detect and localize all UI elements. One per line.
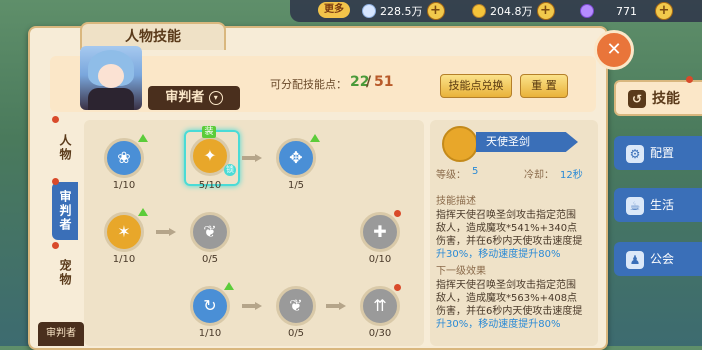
tree-arrow: [242, 302, 262, 310]
skill-level: 1/10: [198, 328, 222, 339]
upgrade-arrow-icon: [310, 134, 320, 142]
notify-dot: [686, 76, 693, 83]
nav-label: 公会: [650, 252, 675, 266]
guild-icon: ♟: [626, 250, 644, 269]
skill-level: 1/10: [112, 254, 136, 265]
role-name[interactable]: 审判者 ▾: [148, 86, 240, 110]
skill-points-separator: /: [366, 74, 372, 90]
resource-value: 204.8万: [490, 5, 533, 18]
paw-skill-node[interactable]: ❀: [104, 138, 144, 178]
paw-icon: ❀: [117, 148, 131, 167]
skill-level: 0/5: [201, 254, 219, 265]
nav-label: 配置: [650, 146, 675, 160]
upgrade-arrow-icon: [138, 208, 148, 216]
resource-value: 228.5万: [380, 5, 423, 18]
wing-sword-skill-node[interactable]: ✥: [276, 138, 316, 178]
nav-label: 生活: [650, 198, 675, 212]
skill-level: 1/10: [112, 180, 136, 191]
notify-dot: [52, 116, 59, 123]
sword-icon: ✦: [203, 146, 217, 165]
level-value: 5: [472, 166, 479, 177]
notify-dot: [52, 242, 59, 249]
tab-character[interactable]: 人物: [52, 120, 78, 176]
tab-judge[interactable]: 审判者: [52, 182, 78, 240]
nav-guild[interactable]: ♟ 公会: [614, 242, 702, 276]
tree-arrow: [242, 154, 262, 162]
skill-detail-panel: 天使圣剑 等级： 5 冷却： 12秒 技能描述 指挥天使召唤圣剑攻击指定范围 敌…: [430, 120, 598, 346]
role-name-text: 审判者: [165, 90, 205, 105]
skill-icon: ↺: [628, 90, 646, 108]
heal-plus-skill-node[interactable]: ✚: [360, 212, 400, 252]
skill-level: 1/5: [287, 180, 305, 191]
tab-pet[interactable]: 宠物: [52, 246, 78, 300]
description-title: 技能描述: [436, 196, 476, 207]
skill-level: 0/30: [368, 328, 392, 339]
avatar: [80, 46, 142, 110]
cooldown-label: 冷却：: [524, 170, 554, 181]
upgrade-arrow-icon: [224, 282, 234, 290]
equipped-badge: 装: [202, 126, 216, 138]
gold-leaf-icon: [472, 4, 486, 18]
heart-plus-icon: ✚: [373, 222, 387, 241]
resource-feather: 228.5万 +: [362, 2, 445, 20]
skill-points-label: 可分配技能点：: [270, 78, 347, 91]
tree-arrow: [326, 302, 346, 310]
add-feather-button[interactable]: +: [426, 2, 445, 20]
phoenix-skill-node[interactable]: ✶: [104, 212, 144, 252]
nav-life[interactable]: ☕ 生活: [614, 188, 702, 222]
add-crystal-button[interactable]: +: [655, 2, 673, 20]
angel-wing-skill-node[interactable]: ❦: [190, 212, 230, 252]
next-level-title: 下一级效果: [436, 266, 486, 277]
wing-skill-node[interactable]: ❦: [276, 286, 316, 326]
phoenix-icon: ✶: [117, 222, 131, 241]
notify-dot: [52, 178, 59, 185]
level-label: 等级：: [436, 170, 466, 181]
skill-point-exchange-button[interactable]: 技能点兑换: [440, 74, 512, 98]
description-line: 升30%，移动速度提升80%: [436, 249, 561, 260]
reset-button[interactable]: 重 置: [520, 74, 568, 98]
skill-tree: ❀ 1/10 ✦ 装 锁 5/10 ✥ 1/5 ✶ 1/10 ❦ 0/5 ✚ 0…: [84, 120, 424, 346]
more-button[interactable]: 更多: [318, 2, 350, 18]
resource-gold: 204.8万 +: [472, 2, 555, 20]
feather-icon: [362, 4, 376, 18]
notify-dot: [394, 284, 401, 291]
class-tag: 审判者: [38, 322, 84, 346]
add-gold-button[interactable]: +: [536, 2, 555, 20]
resource-crystal: 771 +: [580, 2, 673, 20]
wing-icon: ❦: [203, 222, 217, 241]
cup-icon: ☕: [626, 196, 644, 215]
winged-sword-icon: ✥: [289, 148, 303, 167]
resource-value: 771: [616, 4, 637, 18]
arrows-up-skill-node[interactable]: ⇈: [360, 286, 400, 326]
tree-arrow: [156, 228, 176, 236]
close-button[interactable]: ✕: [594, 30, 634, 70]
cooldown-value: 12秒: [560, 170, 583, 181]
angel-sword-icon: [442, 126, 478, 162]
purple-crystal-icon: [580, 4, 594, 18]
nav-label: 技能: [652, 91, 680, 107]
gear-icon: ⚙: [626, 144, 644, 163]
skill-level: 0/10: [368, 254, 392, 265]
skill-level: 0/5: [287, 328, 305, 339]
next-level-line: 升30%，移动速度提升80%: [436, 319, 561, 330]
chevron-down-icon: ▾: [208, 90, 223, 105]
notify-dot: [394, 210, 401, 217]
nav-skill[interactable]: ↺ 技能: [614, 80, 702, 116]
wing-icon: ❦: [289, 296, 303, 315]
nav-config[interactable]: ⚙ 配置: [614, 136, 702, 170]
cycle-icon: ↻: [203, 296, 217, 315]
skill-level: 5/10: [198, 180, 222, 191]
skill-name: 天使圣剑: [476, 132, 578, 152]
cycle-skill-node[interactable]: ↻: [190, 286, 230, 326]
upgrade-arrow-icon: [138, 134, 148, 142]
arrows-up-icon: ⇈: [373, 296, 387, 315]
skill-points-max: 51: [374, 74, 394, 90]
lock-badge: 锁: [224, 164, 236, 176]
